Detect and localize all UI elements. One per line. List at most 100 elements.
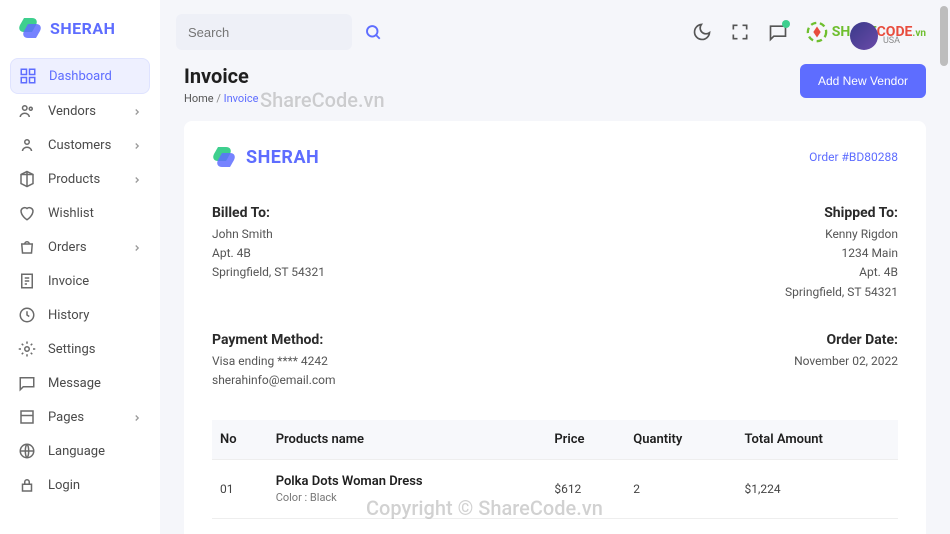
sidebar-item-dashboard[interactable]: Dashboard (10, 58, 150, 94)
cell-price: $120 (546, 519, 625, 534)
sharecode-suffix: .vn (912, 28, 926, 39)
col-total: Total Amount (737, 420, 898, 460)
breadcrumb-home[interactable]: Home (184, 92, 214, 105)
breadcrumb-current: Invoice (224, 92, 259, 105)
cell-no: 02 (212, 519, 268, 534)
sidebar-item-message[interactable]: Message (0, 366, 160, 400)
billed-to-block: Billed To: John Smith Apt. 4B Springfiel… (212, 205, 325, 302)
chevron-right-icon (132, 412, 142, 422)
shipped-name: Kenny Rigdon (785, 225, 898, 244)
message-icon (18, 374, 36, 392)
customer-icon (18, 136, 36, 154)
sidebar-item-orders[interactable]: Orders (0, 230, 160, 264)
sidebar-item-settings[interactable]: Settings (0, 332, 160, 366)
brand-logo-icon (18, 16, 42, 40)
sidebar-item-label: Customers (48, 138, 111, 153)
notification-dot (782, 20, 790, 28)
sidebar-item-label: History (48, 308, 89, 323)
billed-city: Springfield, ST 54321 (212, 263, 325, 282)
cell-total: $120 (737, 519, 898, 534)
sidebar-item-pages[interactable]: Pages (0, 400, 160, 434)
orderdate-value: November 02, 2022 (794, 352, 898, 371)
sidebar-item-label: Orders (48, 240, 87, 255)
gear-icon (18, 340, 36, 358)
dark-mode-icon[interactable] (692, 22, 712, 42)
invoice-icon (18, 272, 36, 290)
col-price: Price (546, 420, 625, 460)
sidebar-item-vendors[interactable]: Vendors (0, 94, 160, 128)
product-meta: Color : Black (276, 491, 539, 504)
sidebar-item-customers[interactable]: Customers (0, 128, 160, 162)
col-no: No (212, 420, 268, 460)
cell-price: $612 (546, 460, 625, 519)
sidebar-item-label: Dashboard (49, 69, 112, 84)
chevron-right-icon (132, 242, 142, 252)
orderdate-block: Order Date: November 02, 2022 (794, 332, 898, 390)
sidebar-item-label: Language (48, 444, 105, 459)
shipped-to-block: Shipped To: Kenny Rigdon 1234 Main Apt. … (785, 205, 898, 302)
sidebar-item-label: Pages (48, 410, 84, 425)
payment-email: sherahinfo@email.com (212, 371, 336, 390)
brand-name: SHERAH (50, 19, 115, 38)
nav-list: Dashboard Vendors Customers Products Wis… (0, 58, 160, 502)
sidebar-item-label: Products (48, 172, 100, 187)
panel-brand: SHERAH (212, 145, 319, 169)
shipped-street: 1234 Main (785, 244, 898, 263)
sidebar-item-invoice[interactable]: Invoice (0, 264, 160, 298)
table-row: 01 Polka Dots Woman Dress Color : Black … (212, 460, 898, 519)
page-title: Invoice (184, 64, 258, 88)
payment-card: Visa ending **** 4242 (212, 352, 336, 371)
col-qty: Quantity (625, 420, 736, 460)
payment-block: Payment Method: Visa ending **** 4242 sh… (212, 332, 336, 390)
cell-product: Sweater For Women Color : Light White (268, 519, 547, 534)
billed-name: John Smith (212, 225, 325, 244)
sidebar-item-label: Login (48, 478, 80, 493)
topbar: SHARECODE.vn (160, 0, 950, 64)
table-row: 02 Sweater For Women Color : Light White… (212, 519, 898, 534)
cell-no: 01 (212, 460, 268, 519)
order-id: Order #BD80288 (809, 150, 898, 164)
col-name: Products name (268, 420, 547, 460)
brand-logo-icon (212, 145, 236, 169)
sidebar-item-wishlist[interactable]: Wishlist (0, 196, 160, 230)
chat-icon[interactable] (768, 22, 788, 42)
billed-to-title: Billed To: (212, 205, 325, 221)
shipped-city: Springfield, ST 54321 (785, 283, 898, 302)
history-icon (18, 306, 36, 324)
search-icon[interactable] (364, 23, 382, 41)
dashboard-icon (19, 67, 37, 85)
chevron-right-icon (132, 140, 142, 150)
avatar[interactable] (850, 22, 878, 50)
scrollbar[interactable] (940, 6, 948, 66)
sidebar-item-history[interactable]: History (0, 298, 160, 332)
user-location: USA (883, 36, 900, 46)
heart-icon (18, 204, 36, 222)
main-content: Invoice Home / Invoice Add New Vendor SH… (160, 64, 950, 534)
sidebar-item-label: Vendors (48, 104, 96, 119)
orderdate-title: Order Date: (794, 332, 898, 348)
box-icon (18, 170, 36, 188)
sidebar-item-products[interactable]: Products (0, 162, 160, 196)
bag-icon (18, 238, 36, 256)
pages-icon (18, 408, 36, 426)
fullscreen-icon[interactable] (730, 22, 750, 42)
sidebar-item-label: Invoice (48, 274, 89, 289)
payment-title: Payment Method: (212, 332, 336, 348)
chevron-right-icon (132, 106, 142, 116)
invoice-panel: SHERAH Order #BD80288 Billed To: John Sm… (184, 121, 926, 534)
panel-brand-name: SHERAH (246, 147, 319, 168)
breadcrumb: Home / Invoice (184, 92, 258, 105)
search-input[interactable] (188, 25, 364, 40)
cell-qty: 1 (625, 519, 736, 534)
users-icon (18, 102, 36, 120)
lock-icon (18, 476, 36, 494)
sidebar-item-label: Wishlist (48, 206, 94, 221)
brand[interactable]: SHERAH (0, 12, 160, 58)
sidebar-item-login[interactable]: Login (0, 468, 160, 502)
sidebar-item-language[interactable]: Language (0, 434, 160, 468)
shipped-to-title: Shipped To: (785, 205, 898, 221)
add-new-vendor-button[interactable]: Add New Vendor (800, 64, 926, 98)
search-box[interactable] (176, 14, 352, 50)
shipped-apt: Apt. 4B (785, 263, 898, 282)
globe-icon (18, 442, 36, 460)
